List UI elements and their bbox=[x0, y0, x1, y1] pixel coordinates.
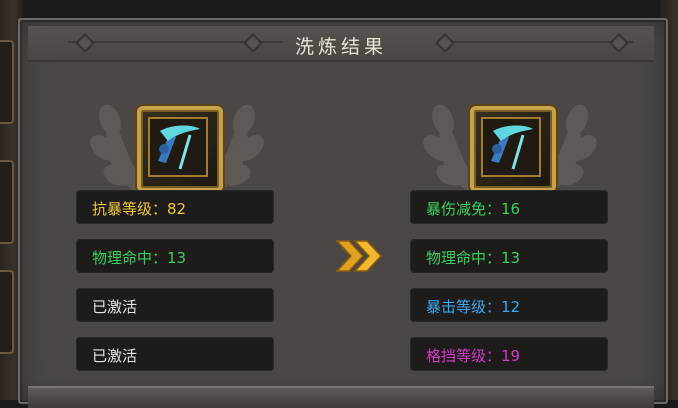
item-icon-frame bbox=[481, 117, 541, 177]
item-slot-after[interactable] bbox=[470, 106, 556, 192]
background-slot bbox=[0, 160, 14, 244]
background-slot bbox=[0, 40, 14, 124]
stat-row-before-2: 物理命中：13 bbox=[76, 239, 274, 273]
stat-text: 已激活 bbox=[92, 347, 138, 365]
title-divider bbox=[28, 60, 654, 62]
stat-row-before-3: 已激活 bbox=[76, 288, 274, 322]
background-slot bbox=[0, 270, 14, 354]
item-slot-before[interactable] bbox=[137, 106, 223, 192]
stat-row-after-3: 暴击等级：12 bbox=[410, 288, 608, 322]
stat-text: 物理命中：13 bbox=[92, 249, 187, 267]
stat-row-before-4: 已激活 bbox=[76, 337, 274, 371]
title-bar: 洗炼结果 bbox=[28, 26, 654, 61]
weapon-scythe-icon bbox=[491, 125, 533, 170]
stat-row-after-1: 暴伤减免：16 bbox=[410, 190, 608, 224]
dialog-title: 洗炼结果 bbox=[294, 36, 387, 58]
stat-text: 已激活 bbox=[92, 298, 138, 316]
stat-text: 暴击等级：12 bbox=[426, 298, 521, 316]
title-ornament-right bbox=[443, 41, 633, 43]
stat-text: 格挡等级：19 bbox=[426, 347, 521, 365]
weapon-scythe-icon bbox=[158, 125, 200, 170]
bottom-panel-edge bbox=[28, 386, 654, 408]
item-icon-frame bbox=[148, 117, 208, 177]
stat-row-after-4: 格挡等级：19 bbox=[410, 337, 608, 371]
stat-row-after-2: 物理命中：13 bbox=[410, 239, 608, 273]
refine-result-dialog: 洗炼结果 抗暴等级：82 物理命中：13 已激活 已激活 暴伤减免：16 物理命… bbox=[18, 18, 668, 408]
stat-text: 暴伤减免：16 bbox=[426, 200, 521, 218]
stat-text: 抗暴等级：82 bbox=[92, 200, 187, 218]
stat-row-before-1: 抗暴等级：82 bbox=[76, 190, 274, 224]
stat-text: 物理命中：13 bbox=[426, 249, 521, 267]
double-chevron-right-icon bbox=[335, 240, 383, 272]
